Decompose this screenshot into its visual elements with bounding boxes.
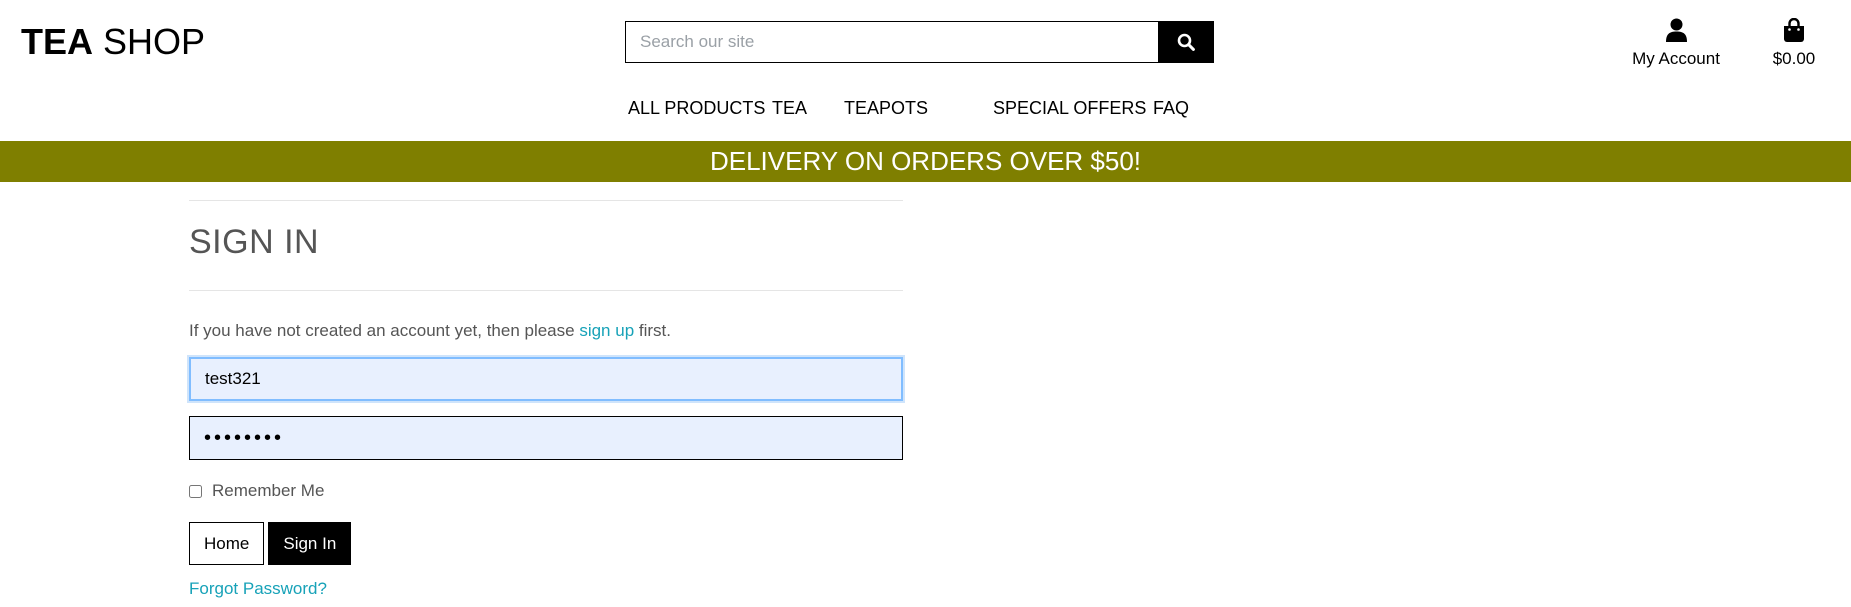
remember-me[interactable]: Remember Me	[189, 480, 903, 502]
signup-prompt-before: If you have not created an account yet, …	[189, 321, 580, 340]
shopping-bag-icon	[1784, 18, 1804, 42]
signup-prompt-after: first.	[634, 321, 671, 340]
forgot-password-link[interactable]: Forgot Password?	[189, 578, 327, 600]
my-account-link[interactable]: My Account	[1628, 14, 1724, 70]
bag-total: $0.00	[1772, 49, 1816, 68]
top-divider	[189, 200, 903, 201]
signup-link[interactable]: sign up	[579, 321, 634, 340]
form-buttons: Home Sign In	[189, 522, 903, 565]
delivery-banner: DELIVERY ON ORDERS OVER $50!	[0, 141, 1851, 182]
search-icon	[1177, 33, 1195, 51]
user-icon	[1665, 18, 1687, 42]
my-account-label: My Account	[1632, 49, 1720, 68]
search-input[interactable]	[625, 21, 1158, 63]
remember-me-label: Remember Me	[212, 481, 325, 500]
remember-me-checkbox[interactable]	[189, 484, 202, 498]
page-title: SIGN IN	[189, 223, 320, 261]
nav-special-offers[interactable]: SPECIAL OFFERS	[993, 96, 1153, 120]
username-field[interactable]	[189, 357, 903, 401]
shopping-bag-link[interactable]: $0.00	[1768, 14, 1820, 70]
nav-teapots[interactable]: TEAPOTS	[844, 96, 993, 120]
sign-in-button[interactable]: Sign In	[268, 522, 352, 565]
logo-bold-text: TEA	[21, 21, 93, 62]
nav-all-products[interactable]: ALL PRODUCTS	[628, 96, 772, 120]
title-divider	[189, 290, 903, 291]
nav-faq[interactable]: FAQ	[1153, 96, 1189, 120]
nav-tea[interactable]: TEA	[772, 96, 844, 120]
logo-light-text: SHOP	[103, 21, 206, 62]
search-form	[625, 21, 1214, 63]
password-field[interactable]	[189, 416, 903, 460]
site-logo[interactable]: TEA SHOP	[21, 20, 205, 64]
signin-section: SIGN IN If you have not created an accou…	[189, 200, 903, 600]
main-nav: ALL PRODUCTS TEA TEAPOTS SPECIAL OFFERS …	[628, 96, 1189, 120]
home-button[interactable]: Home	[189, 522, 265, 565]
signup-prompt: If you have not created an account yet, …	[189, 320, 903, 342]
search-button[interactable]	[1158, 21, 1214, 63]
